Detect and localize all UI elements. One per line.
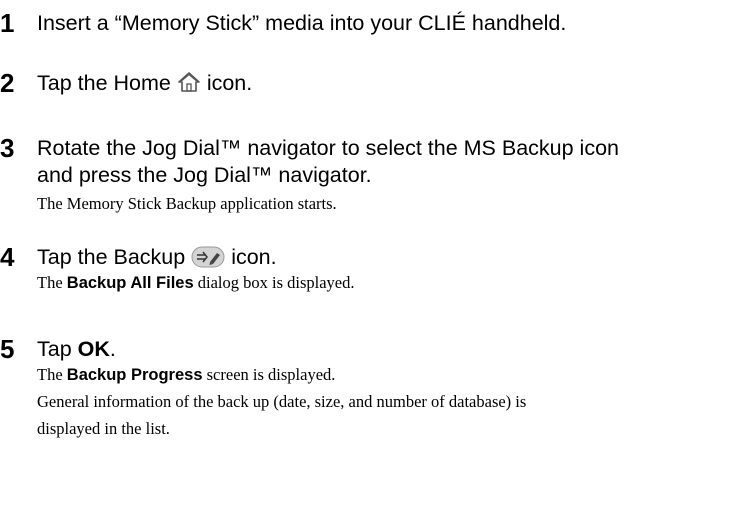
step-instruction: Tap OK. [37,336,116,363]
step-number: 1 [0,8,15,38]
home-icon [177,70,201,101]
screen-name: Backup Progress [66,366,203,384]
step-number: 2 [0,68,15,98]
step-instruction-line-1: Rotate the Jog Dial™ navigator to select… [37,136,620,160]
step-note-2-line-1: General information of the back up (date… [37,392,527,411]
step-number: 4 [0,242,15,272]
dialog-name: Backup All Files [66,274,194,292]
step-text: Tap [37,337,72,361]
step-note: The Backup All Files dialog box is displ… [37,269,354,297]
note-text: screen is displayed. [206,365,336,384]
step-note: The Memory Stick Backup application star… [37,194,337,213]
step-number: 5 [0,334,15,364]
step-instruction: Tap the Home icon. [37,70,252,101]
step-text-before-icon: Tap the Backup [37,245,186,269]
note-text: The [37,273,63,292]
ok-label: OK [77,337,110,361]
step-note: The Backup Progress screen is displayed. [37,361,335,389]
note-text: The [37,365,63,384]
step-note-2-line-2: displayed in the list. [37,419,170,438]
step-text-after-icon: icon. [231,245,277,269]
step-number: 3 [0,133,15,163]
step-text: . [109,337,116,361]
step-text-after-icon: icon. [206,71,253,95]
step-instruction-line-2: and press the Jog Dial™ navigator. [37,163,372,187]
step-instruction: Insert a “Memory Stick” media into your … [37,11,567,35]
step-text-before-icon: Tap the Home [37,71,171,95]
note-text: dialog box is displayed. [197,273,355,292]
